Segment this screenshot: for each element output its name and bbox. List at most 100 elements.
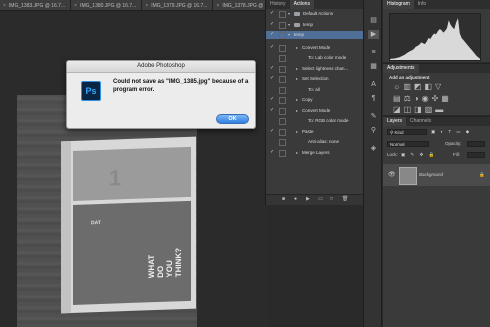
checkmark-icon[interactable]: ✓ [270,21,275,27]
ok-button[interactable]: OK [216,114,249,124]
tab-adjustments[interactable]: Adjustments [383,64,419,73]
dialog-toggle-box[interactable] [279,21,286,29]
action-row[interactable]: To: all [266,86,364,94]
posterize-icon[interactable]: ◫ [404,105,415,114]
dialog-toggle-box[interactable] [279,32,286,39]
checkmark-icon[interactable]: ✓ [270,97,275,102]
brush-panel-icon[interactable]: ✎ [368,112,379,121]
hue-saturation-icon[interactable]: ▤ [393,94,404,103]
selective-color-icon[interactable]: ▧ [425,105,436,114]
document-tab[interactable]: × IMG_1383.JPG @ 16.7... [0,0,72,10]
action-row[interactable]: ✓ ▸ Paste [266,128,364,136]
new-action-icon[interactable]: □ [330,197,335,202]
action-row[interactable]: ✓ ▾ temp [266,31,364,39]
clone-source-panel-icon[interactable]: ⚲ [368,126,379,135]
curves-icon[interactable]: ◩ [414,82,425,91]
tab-actions[interactable]: Actions [289,0,314,9]
checkmark-icon[interactable]: ✓ [270,65,275,71]
collapse-triangle-icon[interactable]: ▾ [288,21,290,29]
swatches-panel-icon[interactable]: ▦ [368,62,379,71]
checkmark-icon[interactable]: ✓ [270,76,275,81]
document-tab[interactable]: ×IMG_1378.JPG @ 16.7... [213,0,268,10]
close-icon[interactable]: × [216,3,219,9]
dialog-toggle-box[interactable] [279,139,286,146]
action-row[interactable]: ✓ ▸ Convert Mode [266,44,364,52]
layer-filter-icons[interactable]: ▣ ◐ T ▭ ◆ [431,129,471,135]
collapse-triangle-icon[interactable]: ▾ [288,10,290,18]
action-row[interactable]: To: RGB color mode [266,117,364,125]
brightness-contrast-icon[interactable]: ☼ [393,82,403,91]
action-row[interactable]: ✓ ▸ Merge Layers [266,149,364,157]
dialog-toggle-box[interactable] [279,11,286,18]
expand-triangle-icon[interactable]: ▸ [296,65,298,73]
blend-mode-select[interactable]: Normal [387,141,429,147]
checkmark-icon[interactable]: ✓ [270,11,275,16]
dialog-toggle-box[interactable] [279,128,286,136]
action-row[interactable]: ✓ ▸ Copy [266,96,364,104]
tab-layers[interactable]: Layers [383,117,407,126]
visibility-eye-icon[interactable]: 👁 [388,171,396,178]
document-image[interactable]: 1 DAT WHAT DO YOU THINK? [17,95,197,327]
action-row[interactable]: ✓ ▾ Default Actions [266,10,364,18]
action-row[interactable]: Anti-alias: none [266,138,364,146]
expand-triangle-icon[interactable]: ▸ [296,107,298,115]
color-lookup-icon[interactable]: ▦ [441,94,452,103]
tab-channels[interactable]: Channels [406,117,435,126]
dialog-toggle-box[interactable] [279,118,286,125]
close-icon[interactable]: × [145,3,148,9]
lock-icons[interactable]: ▣ ✎ ✥ 🔒 [401,152,436,158]
checkmark-icon[interactable]: ✓ [270,32,275,37]
fill-field[interactable] [467,152,485,158]
expand-triangle-icon[interactable]: ▸ [296,128,298,136]
tab-info[interactable]: Info [414,0,430,9]
action-row[interactable]: ✓ ▸ Set Selection [266,75,364,83]
checkmark-icon[interactable]: ✓ [270,149,275,155]
expand-triangle-icon[interactable]: ▸ [296,44,298,52]
dialog-toggle-box[interactable] [279,76,286,83]
black-white-icon[interactable]: ◑ [414,94,422,103]
tab-histogram[interactable]: Histogram [383,0,414,9]
document-tab[interactable]: × IMG_1380.JPG @ 16.7... [71,0,143,10]
action-row[interactable]: ✓ ▸ Select lightness chan... [266,65,364,73]
document-tab[interactable]: × IMG_1379.JPG @ 16.7... [142,0,214,10]
tab-history[interactable]: History [266,0,290,9]
threshold-icon[interactable]: ◨ [414,105,425,114]
opacity-field[interactable] [467,141,485,147]
dialog-toggle-box[interactable] [279,97,286,104]
play-icon[interactable]: ▶ [306,197,311,202]
exposure-icon[interactable]: ◧ [424,82,435,91]
tool-presets-panel-icon[interactable]: ◈ [368,144,379,153]
actions-panel-icon[interactable]: ▶ [368,30,379,39]
dialog-toggle-box[interactable] [279,44,286,52]
checkmark-icon[interactable]: ✓ [270,128,275,134]
action-row[interactable]: ✓ ▸ Convert Mode [266,107,364,115]
checkmark-icon[interactable]: ✓ [270,107,275,113]
kind-filter-select[interactable]: ⚲ Kind [387,129,427,135]
checkmark-icon[interactable]: ✓ [270,44,275,50]
photo-filter-icon[interactable]: ◉ [422,94,432,103]
history-panel-icon[interactable]: ▤ [368,16,379,25]
dialog-toggle-box[interactable] [279,107,286,115]
invert-icon[interactable]: ◪ [393,105,404,114]
properties-panel-icon[interactable]: ≡ [368,48,379,57]
levels-icon[interactable]: ▥ [403,82,414,91]
new-set-folder-icon[interactable]: ▭ [318,197,323,202]
dialog-toggle-box[interactable] [279,55,286,62]
channel-mixer-icon[interactable]: ✣ [432,94,442,103]
color-balance-icon[interactable]: ⚖ [404,94,414,103]
dialog-toggle-box[interactable] [279,149,286,157]
close-icon[interactable]: × [74,3,77,9]
dialog-toggle-box[interactable] [279,86,286,94]
expand-triangle-icon[interactable]: ▸ [296,149,298,157]
layer-row-background[interactable]: 👁 Background 🔒 [383,164,490,186]
expand-triangle-icon[interactable]: ▸ [296,96,298,104]
delete-icon[interactable]: 🗑 [342,197,348,202]
character-panel-icon[interactable]: A [368,80,379,89]
action-row[interactable]: To: Lab color mode [266,54,364,62]
record-icon[interactable]: ● [294,197,299,202]
close-icon[interactable]: × [3,3,6,9]
vibrance-icon[interactable]: ▽ [435,82,444,91]
collapse-triangle-icon[interactable]: ▾ [288,31,290,39]
gradient-map-icon[interactable]: ▬ [435,105,446,114]
expand-triangle-icon[interactable]: ▸ [296,75,298,83]
